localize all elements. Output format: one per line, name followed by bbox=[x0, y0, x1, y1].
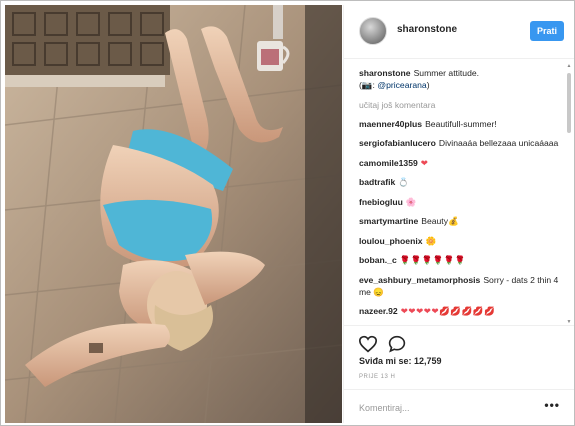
instagram-post-modal: sharonstone Prati sharonstone Summer atti… bbox=[0, 0, 575, 426]
comment-username[interactable]: maenner40plus bbox=[359, 119, 422, 129]
comment-row: loulou_phoenix 🌼 bbox=[359, 235, 561, 247]
comment-username[interactable]: loulou_phoenix bbox=[359, 236, 423, 246]
comment-text: 🌼 bbox=[425, 235, 437, 246]
comment-input[interactable] bbox=[359, 401, 529, 415]
comments-scrollbar[interactable]: ▲ ▼ bbox=[566, 63, 572, 325]
caption-line2-suffix: ) bbox=[426, 80, 430, 90]
caption-text: Summer attitude. bbox=[413, 68, 480, 78]
header-username[interactable]: sharonstone bbox=[397, 24, 457, 35]
actions-bar bbox=[344, 325, 574, 353]
comment-username[interactable]: eve_ashbury_metamorphosis bbox=[359, 275, 480, 285]
comment-text: Divinaaáa bellezaaa unicaáaaa bbox=[438, 138, 559, 148]
comment-row: camomile1359 ❤ bbox=[359, 157, 561, 169]
comment-username[interactable]: smartymartine bbox=[359, 216, 418, 226]
post-photo-image bbox=[5, 5, 342, 423]
comment-username[interactable]: boban._c bbox=[359, 255, 397, 265]
comment-username[interactable]: nazeer.92 bbox=[359, 306, 398, 316]
likes-count[interactable]: Sviđa mi se: 12,759 bbox=[359, 356, 442, 366]
caption-username[interactable]: sharonstone bbox=[359, 68, 411, 78]
post-side-panel: sharonstone Prati sharonstone Summer atti… bbox=[343, 5, 574, 423]
comment-text: 💍 bbox=[398, 177, 409, 187]
comment-text: 🌹🌹🌹🌹🌹🌹 bbox=[399, 255, 466, 265]
scroll-up-arrow-icon[interactable]: ▲ bbox=[566, 63, 572, 69]
comment-rows: maenner40plus Beautifull-summer! sergiofab… bbox=[359, 118, 561, 318]
caption: sharonstone Summer attitude. (📷: @pricear… bbox=[359, 67, 561, 91]
comment-row: badtrafik 💍 bbox=[359, 176, 561, 188]
comments-list: sharonstone Summer attitude. (📷: @pricear… bbox=[359, 67, 561, 323]
scrollbar-thumb[interactable] bbox=[567, 73, 571, 133]
comment-bubble-icon[interactable] bbox=[388, 335, 408, 353]
add-comment-section: ••• bbox=[344, 389, 574, 423]
comment-row: fnebiogluu 🌸 bbox=[359, 196, 561, 208]
avatar[interactable] bbox=[359, 17, 387, 45]
comment-row: maenner40plus Beautifull-summer! bbox=[359, 118, 561, 130]
comment-text: 🌸 bbox=[405, 196, 417, 207]
comment-username[interactable]: badtrafik bbox=[359, 177, 395, 187]
comment-text: Beautifull-summer! bbox=[425, 118, 497, 129]
comment-text: Beauty💰 bbox=[421, 216, 459, 226]
like-heart-icon[interactable] bbox=[358, 335, 378, 353]
comment-username[interactable]: camomile1359 bbox=[359, 158, 418, 168]
comment-row: smartymartine Beauty💰 bbox=[359, 215, 561, 227]
comment-username[interactable]: fnebiogluu bbox=[359, 197, 403, 207]
follow-button[interactable]: Prati bbox=[530, 21, 564, 41]
post-photo[interactable] bbox=[5, 5, 342, 423]
comment-text: ❤ bbox=[420, 157, 429, 168]
comment-row: boban._c 🌹🌹🌹🌹🌹🌹 bbox=[359, 254, 561, 266]
post-timestamp: PRIJE 13 H bbox=[359, 374, 396, 380]
caption-mention[interactable]: @pricearana bbox=[377, 80, 426, 90]
more-options-icon[interactable]: ••• bbox=[544, 398, 560, 412]
comment-text: ❤❤❤❤❤💋💋💋💋💋 bbox=[400, 306, 496, 316]
comment-username[interactable]: sergiofabianlucero bbox=[359, 138, 436, 148]
load-more-comments-link[interactable]: učitaj još komentara bbox=[359, 99, 561, 111]
comment-row: nazeer.92 ❤❤❤❤❤💋💋💋💋💋 bbox=[359, 305, 561, 317]
comment-row: eve_ashbury_metamorphosis Sorry - dats 2 … bbox=[359, 274, 561, 298]
caption-line2-prefix: (📷: bbox=[359, 80, 378, 90]
post-header: sharonstone Prati bbox=[344, 5, 574, 59]
comment-row: sergiofabianlucero Divinaaáa bellezaaa un… bbox=[359, 137, 561, 149]
